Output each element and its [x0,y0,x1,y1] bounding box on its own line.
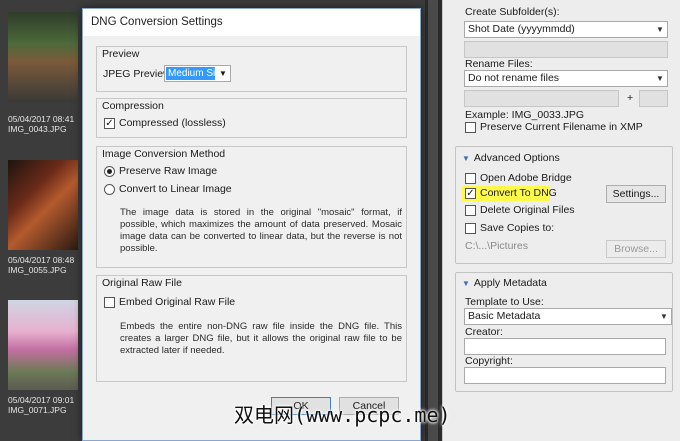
thumbnail-image[interactable] [8,12,78,102]
delete-originals-checkbox[interactable] [465,205,476,216]
thumbnail-date: 05/04/2017 08:48 [8,255,75,265]
conversion-description: The image data is stored in the original… [120,207,402,254]
rename-files-select[interactable]: Do not rename files ▼ [464,70,668,87]
save-copies-path: C:\...\Pictures [465,240,529,252]
chevron-down-icon: ▼ [656,74,664,83]
save-copies-checkbox[interactable] [465,223,476,234]
compressed-lossless-checkbox[interactable]: ✓ [104,118,115,129]
thumbnail-image[interactable] [8,160,78,250]
disclosure-triangle-icon: ▼ [462,154,470,163]
preserve-filename-label: Preserve Current Filename in XMP [480,121,643,133]
copyright-label: Copyright: [465,355,513,367]
conversion-method-title: Image Conversion Method [102,148,226,160]
compression-section: Compression ✓ Compressed (lossless) [96,98,407,138]
dng-settings-button[interactable]: Settings... [606,185,666,203]
jpeg-preview-value: Medium Size [166,67,226,80]
save-copies-label: Save Copies to: [480,222,555,234]
dialog-title: DNG Conversion Settings [83,9,420,36]
thumbnail-date: 05/04/2017 08:41 [8,114,75,124]
original-raw-title: Original Raw File [102,277,182,289]
conversion-method-section: Image Conversion Method Preserve Raw Ima… [96,146,407,268]
jpeg-preview-select[interactable]: Medium Size ▼ [164,65,231,82]
apply-metadata-header[interactable]: ▼ Apply Metadata [462,277,547,289]
template-select[interactable]: Basic Metadata ▼ [464,308,672,325]
create-subfolder-label: Create Subfolder(s): [465,6,560,18]
dng-conversion-dialog: DNG Conversion Settings Preview JPEG Pre… [82,8,421,441]
convert-linear-radio[interactable] [104,184,115,195]
thumbnail-filename: IMG_0055.JPG [8,265,67,275]
template-label: Template to Use: [465,296,544,308]
thumbnail-filename: IMG_0043.JPG [8,124,67,134]
advanced-options-title: Advanced Options [473,152,560,164]
example-filename: Example: IMG_0033.JPG [465,109,585,121]
preview-section: Preview JPEG Preview: [96,46,407,92]
preserve-raw-label: Preserve Raw Image [119,165,218,177]
rename-text-field [464,90,619,107]
thumbnail-image[interactable] [8,300,78,390]
subfolder-custom-field [464,41,668,58]
preview-title: Preview [102,48,140,60]
grid-scrollbar[interactable] [428,0,438,441]
embed-raw-checkbox[interactable] [104,297,115,308]
creator-field[interactable] [464,338,666,355]
compressed-lossless-label: Compressed (lossless) [119,117,226,129]
creator-label: Creator: [465,326,503,338]
embed-raw-description: Embeds the entire non-DNG raw file insid… [120,321,402,356]
advanced-options-header[interactable]: ▼ Advanced Options [462,152,560,164]
apply-metadata-title: Apply Metadata [473,277,547,289]
convert-linear-label: Convert to Linear Image [119,183,232,195]
preserve-raw-radio[interactable] [104,166,115,177]
thumbnail-date: 05/04/2017 09:01 [8,395,75,405]
original-raw-section: Original Raw File Embed Original Raw Fil… [96,275,407,382]
embed-raw-label: Embed Original Raw File [119,296,236,308]
disclosure-triangle-icon: ▼ [462,279,470,288]
watermark-text: 双电网(www.pcpc.me) [234,403,451,427]
create-subfolder-select[interactable]: Shot Date (yyyymmdd) ▼ [464,21,668,38]
open-bridge-checkbox[interactable] [465,173,476,184]
delete-originals-label: Delete Original Files [480,204,575,216]
rename-files-label: Rename Files: [465,58,533,70]
rename-number-field [639,90,668,107]
template-value: Basic Metadata [468,310,541,322]
chevron-down-icon: ▼ [656,25,664,34]
convert-dng-label: Convert To DNG [480,187,557,199]
convert-dng-checkbox[interactable]: ✓ [465,188,476,199]
import-options-panel: Create Subfolder(s): Shot Date (yyyymmdd… [442,0,680,441]
create-subfolder-value: Shot Date (yyyymmdd) [468,23,575,35]
open-bridge-label: Open Adobe Bridge [480,172,572,184]
preserve-filename-checkbox[interactable] [465,122,476,133]
chevron-down-icon: ▼ [219,69,227,78]
rename-files-value: Do not rename files [468,72,560,84]
plus-sign: + [627,92,634,104]
chevron-down-icon: ▼ [660,312,668,321]
browse-button[interactable]: Browse... [606,240,666,258]
copyright-field[interactable] [464,367,666,384]
compression-title: Compression [102,100,164,112]
thumbnail-filename: IMG_0071.JPG [8,405,67,415]
